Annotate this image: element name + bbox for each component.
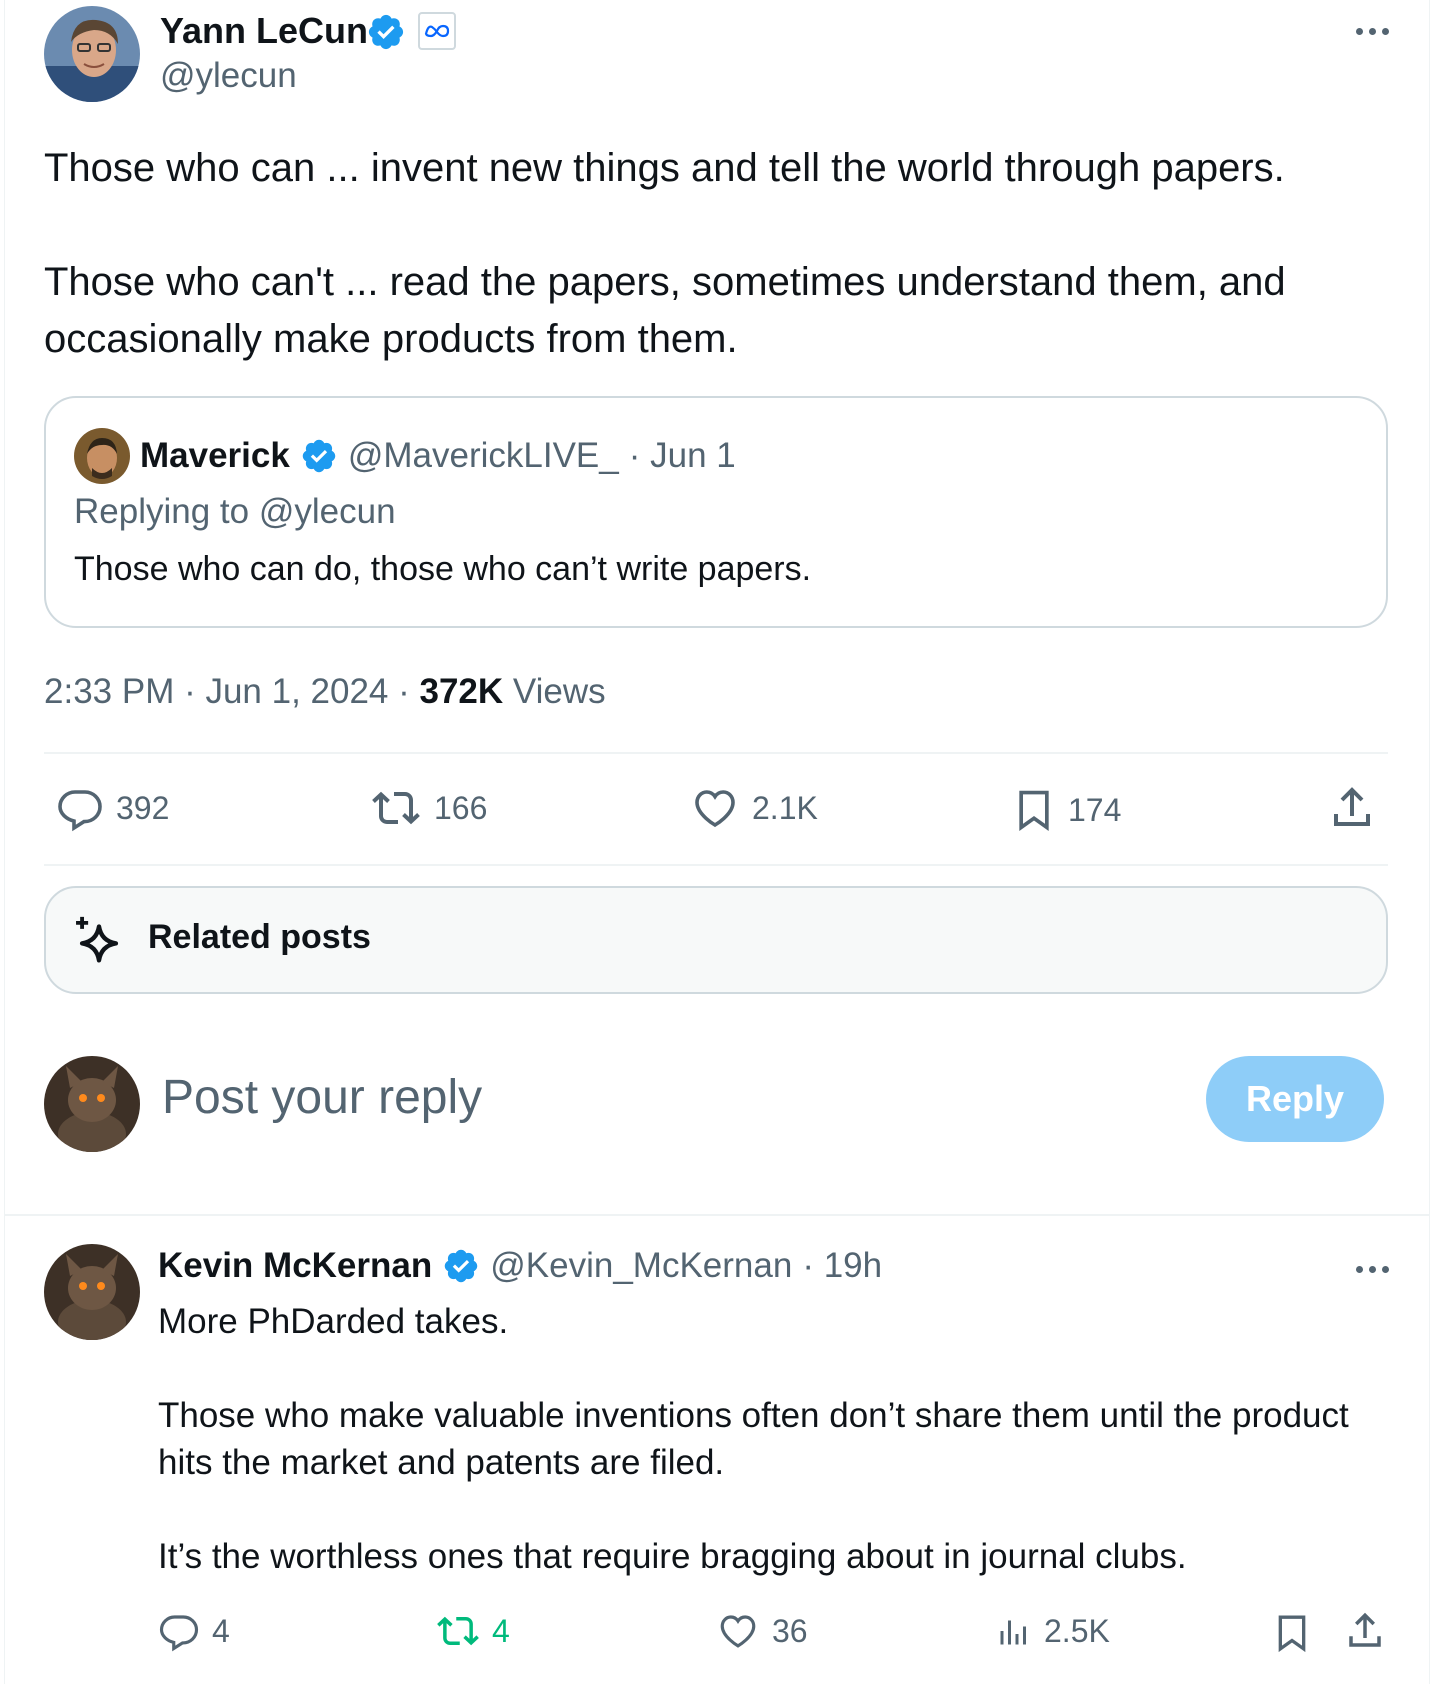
repost-count: 166 [434, 789, 488, 826]
reply-count: 4 [212, 1612, 230, 1649]
quoted-tweet-card[interactable]: Maverick @MaverickLIVE_ · Jun 1 Replying… [44, 396, 1388, 628]
divider [44, 752, 1388, 754]
reply-author-handle[interactable]: @Kevin_McKernan [490, 1246, 792, 1286]
repost-icon [372, 791, 420, 825]
verified-badge-icon[interactable] [442, 1247, 480, 1285]
bookmark-icon [1278, 1615, 1306, 1653]
quoted-tweet-header: Maverick @MaverickLIVE_ · Jun 1 [74, 428, 736, 484]
author-avatar[interactable] [44, 6, 140, 102]
tweet-text: Those who can ... invent new things and … [44, 146, 1286, 361]
reply-input[interactable]: Post your reply [162, 1070, 482, 1125]
more-options-icon[interactable] [1356, 28, 1389, 35]
author-handle[interactable]: @ylecun [160, 56, 297, 96]
views-action[interactable]: 2.5K [996, 1610, 1110, 1652]
quoted-tweet-text: Those who can do, those who can’t write … [74, 550, 812, 588]
repost-action[interactable]: 4 [436, 1610, 510, 1652]
reply-author-name[interactable]: Kevin McKernan [158, 1246, 432, 1286]
reply-time[interactable]: · 19h [802, 1246, 882, 1286]
replying-to: Replying to @ylecun [74, 492, 396, 531]
reply-icon [58, 790, 102, 832]
reply-text: More PhDarded takes. Those who make valu… [158, 1302, 1349, 1576]
share-action[interactable] [1328, 784, 1376, 832]
tweet-timestamp-views: 2:33 PM · Jun 1, 2024 · 372K Views [44, 672, 606, 712]
views-count: 372K [419, 672, 504, 711]
more-options-icon[interactable] [1356, 1266, 1389, 1273]
share-action[interactable] [1344, 1610, 1386, 1652]
share-icon [1349, 1612, 1381, 1647]
reply-count: 392 [116, 789, 170, 826]
like-count: 2.1K [752, 789, 818, 826]
meta-affiliation-icon[interactable] [418, 12, 456, 50]
quoted-author-handle: @MaverickLIVE_ [347, 436, 619, 475]
quoted-author-name: Maverick [140, 436, 290, 475]
tweet-timestamp[interactable]: 2:33 PM · Jun 1, 2024 · [44, 672, 419, 711]
share-icon [1334, 787, 1370, 826]
quoted-date: · Jun 1 [628, 436, 736, 475]
quoted-author-avatar [74, 428, 130, 484]
like-action[interactable]: 2.1K [690, 784, 818, 832]
reply-button[interactable]: Reply [1206, 1056, 1384, 1142]
reply-action[interactable]: 392 [56, 784, 169, 832]
reply-action[interactable]: 4 [158, 1610, 230, 1652]
repost-icon [437, 1616, 479, 1646]
repost-count: 4 [492, 1612, 510, 1649]
repost-action[interactable]: 166 [370, 784, 487, 832]
sparkle-icon [76, 916, 119, 963]
divider [44, 864, 1388, 866]
user-avatar[interactable] [44, 1056, 140, 1152]
bookmark-action[interactable]: 174 [1012, 784, 1121, 836]
verified-badge-icon[interactable] [366, 12, 406, 57]
bookmark-icon [1019, 790, 1049, 831]
verified-badge-icon [300, 437, 338, 475]
author-name[interactable]: Yann LeCun [160, 10, 368, 52]
reply-icon [159, 1615, 199, 1652]
related-posts-label: Related posts [148, 918, 371, 956]
heart-icon [720, 1615, 756, 1648]
bookmark-count: 174 [1068, 791, 1122, 828]
bookmark-action[interactable] [1272, 1610, 1312, 1656]
views-label: Views [503, 672, 606, 711]
divider [5, 1214, 1429, 1216]
like-count: 36 [772, 1612, 808, 1649]
related-posts-button[interactable]: Related posts [44, 886, 1388, 994]
reply-header: Kevin McKernan @Kevin_McKernan · 19h [158, 1246, 882, 1286]
heart-icon [695, 790, 735, 828]
like-action[interactable]: 36 [716, 1610, 808, 1652]
analytics-icon [1000, 1620, 1026, 1645]
reply-author-avatar[interactable] [44, 1244, 140, 1340]
views-count: 2.5K [1044, 1612, 1110, 1649]
